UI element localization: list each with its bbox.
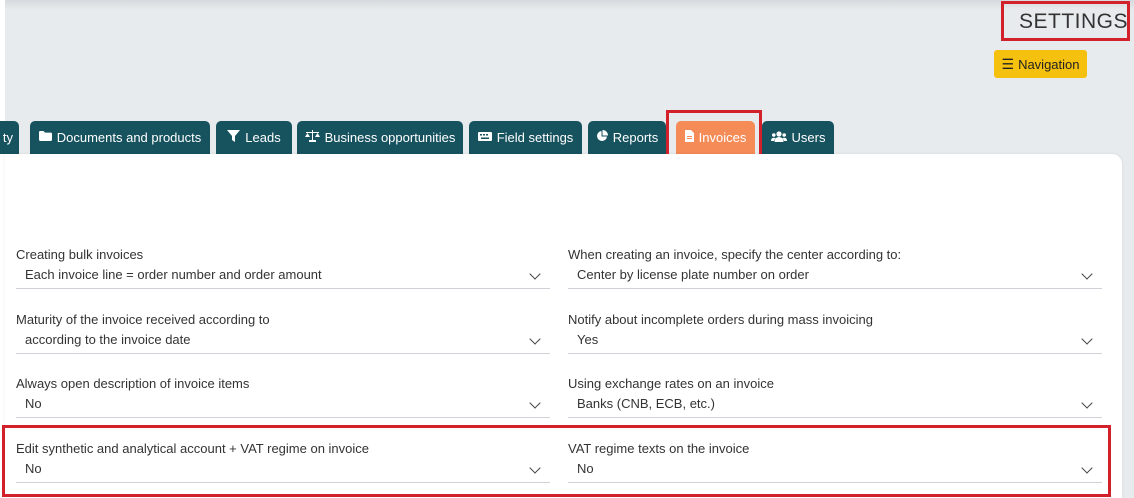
select-value: Yes	[577, 332, 599, 347]
chevron-down-icon	[1081, 333, 1093, 345]
tab-users[interactable]: Users	[762, 121, 834, 154]
chevron-down-icon	[1081, 268, 1093, 280]
field-creating-bulk-invoices: Creating bulk invoices Each invoice line…	[16, 246, 550, 289]
navigation-label: Navigation	[1018, 56, 1080, 72]
chevron-down-icon	[1081, 397, 1093, 409]
field-label: Maturity of the invoice received accordi…	[16, 312, 270, 327]
select-value: No	[25, 396, 42, 411]
field-label: Notify about incomplete orders during ma…	[568, 312, 873, 327]
tab-field-settings[interactable]: Field settings	[469, 121, 582, 154]
select-value: according to the invoice date	[25, 332, 191, 347]
field-open-description: Always open description of invoice items…	[16, 375, 550, 418]
tab-label: Business opportunities	[324, 130, 456, 145]
select-exchange-rates[interactable]: Banks (CNB, ECB, etc.)	[568, 395, 1102, 418]
folder-icon	[38, 131, 52, 144]
field-label: Using exchange rates on an invoice	[568, 376, 774, 391]
field-maturity-of-invoice: Maturity of the invoice received accordi…	[16, 311, 550, 354]
select-notify-incomplete-orders[interactable]: Yes	[568, 331, 1102, 354]
scroll-gutter	[1125, 154, 1134, 498]
chevron-down-icon	[529, 333, 541, 345]
pie-chart-icon	[596, 130, 608, 145]
tab-reports[interactable]: Reports	[588, 121, 666, 154]
balance-scale-icon	[304, 130, 320, 145]
field-label: Creating bulk invoices	[16, 247, 144, 262]
tab-label: Leads	[245, 130, 281, 145]
title-highlight-box	[1001, 1, 1130, 41]
chevron-down-icon	[529, 397, 541, 409]
tab-label: Reports	[612, 130, 659, 145]
select-creating-bulk-invoices[interactable]: Each invoice line = order number and ord…	[16, 266, 550, 289]
field-invoice-center: When creating an invoice, specify the ce…	[568, 246, 1102, 289]
navigation-button[interactable]: ☰ Navigation	[994, 50, 1087, 78]
field-exchange-rates: Using exchange rates on an invoice Banks…	[568, 375, 1102, 418]
select-value: Each invoice line = order number and ord…	[25, 267, 322, 282]
select-value: Center by license plate number on order	[577, 267, 809, 282]
select-maturity-of-invoice[interactable]: according to the invoice date	[16, 331, 550, 354]
funnel-icon	[227, 130, 241, 145]
tab-label: Users	[791, 130, 826, 145]
tab-label: Documents and products	[56, 130, 202, 145]
tab-leads[interactable]: Leads	[216, 121, 292, 154]
select-open-description[interactable]: No	[16, 395, 550, 418]
tab-partial[interactable]: ty	[0, 121, 19, 154]
field-notify-incomplete-orders: Notify about incomplete orders during ma…	[568, 311, 1102, 354]
menu-icon: ☰	[1001, 56, 1015, 72]
field-label: Always open description of invoice items	[16, 376, 250, 391]
select-invoice-center[interactable]: Center by license plate number on order	[568, 266, 1102, 289]
users-icon	[770, 130, 787, 145]
vat-fields-highlight-box	[2, 425, 1111, 497]
keyboard-icon	[477, 131, 492, 144]
top-shadow	[5, 0, 1134, 10]
select-value: Banks (CNB, ECB, etc.)	[577, 396, 715, 411]
tab-documents-and-products[interactable]: Documents and products	[30, 121, 210, 154]
tab-label: Field settings	[496, 130, 574, 145]
tab-business-opportunities[interactable]: Business opportunities	[297, 121, 463, 154]
chevron-down-icon	[529, 268, 541, 280]
field-label: When creating an invoice, specify the ce…	[568, 247, 902, 262]
tab-label: ty	[2, 130, 13, 145]
